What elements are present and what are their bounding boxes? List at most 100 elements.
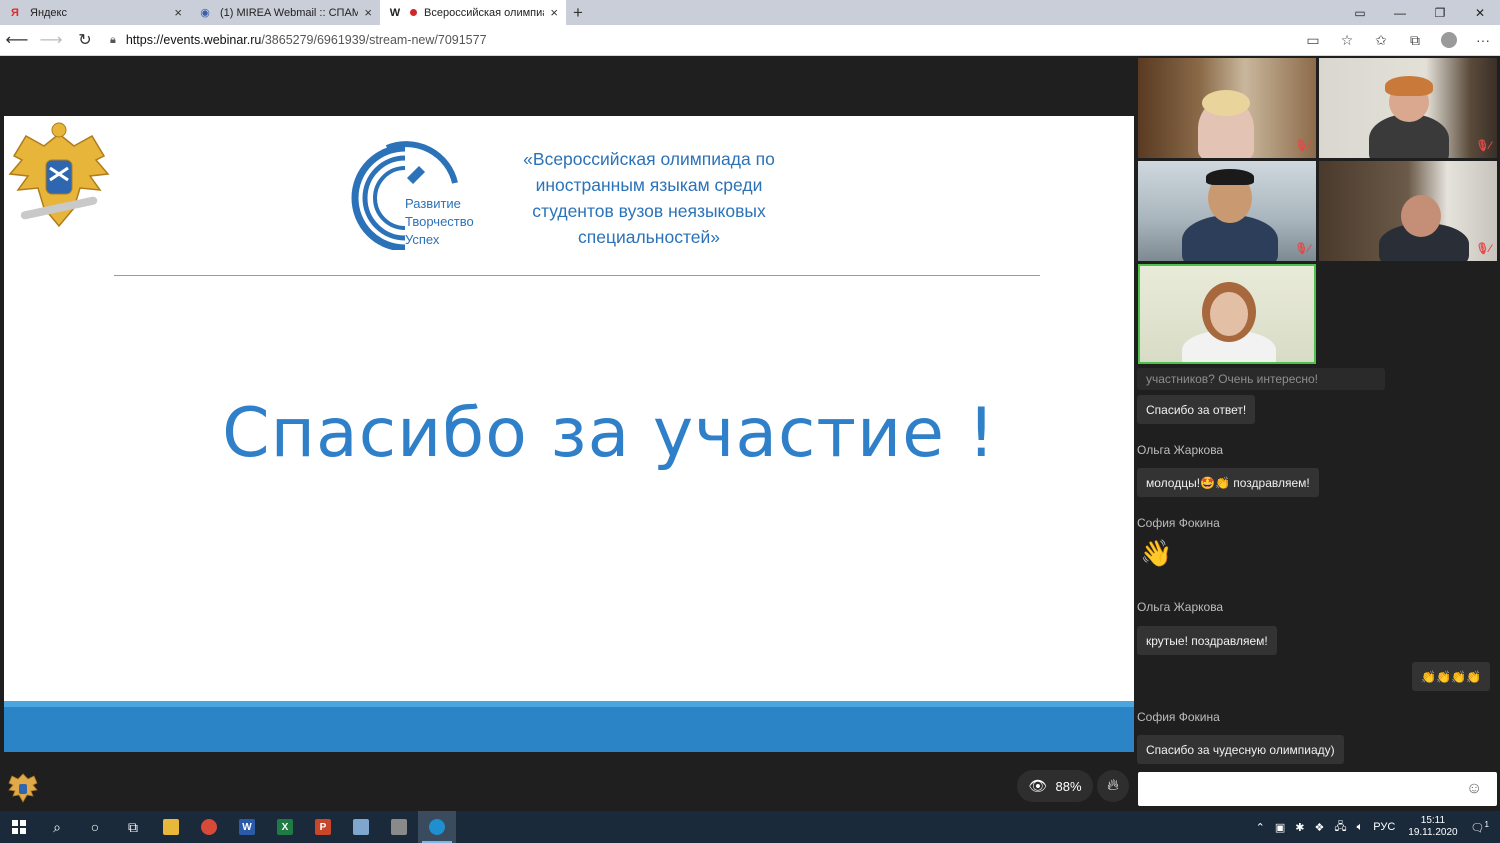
participant-video-1[interactable]: 🎙︎⁄ [1138, 58, 1316, 158]
clock-time: 15:11 [1420, 815, 1446, 826]
logo-word-1: Развитие [405, 196, 461, 211]
windows-taskbar: ⌕ ○ ⧉ W X P ⌃ ▣ ✱ ❖ 🖧︎ 🔈︎ РУС 15:11 19.1… [0, 811, 1500, 843]
reader-mode-icon[interactable]: ▭ [1296, 32, 1330, 49]
reload-button[interactable]: ↻ [68, 25, 102, 56]
chat-message: Спасибо за чудесную олимпиаду) [1137, 735, 1344, 764]
tray-app-icon[interactable]: ▣ [1270, 821, 1290, 834]
tray-dropbox-icon[interactable]: ❖ [1309, 821, 1329, 834]
tray-network-icon[interactable]: 🖧︎ [1329, 818, 1351, 837]
notification-center-icon[interactable]: 🗨︎1 [1466, 820, 1494, 835]
muted-mic-icon: 🎙︎⁄ [1475, 140, 1491, 152]
tab-mirea-webmail[interactable]: ◉ (1) MIREA Webmail :: СПАМ × [190, 0, 380, 25]
muted-mic-icon: 🎙︎⁄ [1294, 243, 1310, 255]
slide-divider [114, 275, 1040, 276]
participant-video-speaking[interactable] [1138, 264, 1316, 364]
favorites-collection-icon[interactable]: ✩ [1364, 32, 1398, 49]
reaction-flame-button[interactable]: 🔥︎ [1097, 770, 1129, 802]
window-controls: ▭ — ❐ ✕ [1340, 0, 1500, 25]
chat-author: София Фокина [1137, 516, 1220, 530]
windows-logo-icon [12, 820, 26, 834]
chat-author: Ольга Жаркова [1137, 443, 1224, 457]
minimize-button[interactable]: — [1380, 0, 1420, 25]
viewer-stats-badge[interactable]: 👁︎ 88% [1017, 770, 1093, 802]
cortana-icon[interactable]: ○ [76, 811, 114, 843]
tab-close-icon[interactable]: × [174, 5, 182, 20]
chat-message-text: участников? Очень интересно! [1146, 372, 1319, 386]
viewer-percent: 88% [1055, 778, 1082, 794]
powerpoint-icon[interactable]: P [304, 811, 342, 843]
chrome-icon[interactable] [190, 811, 228, 843]
browser-tab-bar: Я Яндекс × ◉ (1) MIREA Webmail :: СПАМ ×… [0, 0, 1500, 25]
logo-word-3: Успех [405, 232, 440, 247]
close-button[interactable]: ✕ [1460, 0, 1500, 25]
tab-close-icon[interactable]: × [364, 5, 372, 20]
chat-message-text: Спасибо за чудесную олимпиаду) [1146, 742, 1335, 757]
tab-yandex[interactable]: Я Яндекс × [0, 0, 190, 25]
eye-icon: 👁︎ [1028, 778, 1048, 795]
collections-icon[interactable]: ⧉ [1398, 32, 1432, 49]
chat-message-text: крутые! поздравляем! [1146, 633, 1268, 648]
mail-favicon-icon: ◉ [200, 7, 210, 19]
taskbar-clock[interactable]: 15:11 19.11.2020 [1400, 815, 1465, 839]
muted-mic-icon: 🎙︎⁄ [1294, 140, 1310, 152]
forward-button[interactable]: ⟶ [34, 25, 68, 56]
olympiad-logo-icon: Развитие Творчество Успех [351, 141, 474, 250]
yandex-favicon-icon: Я [11, 6, 19, 19]
chat-message-text: 👏👏👏👏 [1421, 669, 1481, 684]
webinar-favicon-icon: W [389, 6, 401, 19]
lock-icon: 🔒︎ [110, 33, 116, 46]
muted-mic-icon: 🎙︎⁄ [1475, 243, 1491, 255]
ministry-emblem-icon [8, 122, 110, 228]
profile-avatar[interactable] [1441, 32, 1457, 48]
maximize-button[interactable]: ❐ [1420, 0, 1460, 25]
favorite-star-icon[interactable]: ☆ [1330, 32, 1364, 49]
participant-video-2[interactable]: 🎙︎⁄ [1319, 58, 1497, 158]
search-icon[interactable]: ⌕ [38, 811, 76, 843]
chat-message-text: молодцы!🤩👏 поздравляем! [1146, 475, 1310, 490]
tab-title: Яндекс [30, 6, 67, 19]
notepad-icon[interactable] [342, 811, 380, 843]
edge-icon[interactable] [418, 811, 456, 843]
back-button[interactable]: ⟵ [0, 25, 34, 56]
word-icon[interactable]: W [228, 811, 266, 843]
tab-olympiad[interactable]: W Всероссийская олимпиада × [380, 0, 566, 25]
tab-title: Всероссийская олимпиада [424, 6, 544, 19]
tray-volume-icon[interactable]: 🔈︎ [1352, 821, 1369, 834]
emoji-picker-icon[interactable]: ☺ [1466, 780, 1482, 798]
recording-dot-icon [410, 9, 417, 16]
chat-message-text: Спасибо за ответ! [1146, 402, 1247, 417]
address-bar: ⟵ ⟶ ↻ 🔒︎ https://events.webinar.ru /3865… [0, 25, 1500, 56]
logo-word-2: Творчество [405, 214, 474, 229]
slide-footer-band [4, 707, 1134, 752]
window-overlay-icon[interactable]: ▭ [1340, 0, 1380, 25]
participant-video-4[interactable]: 🎙︎⁄ [1319, 161, 1497, 261]
chat-panel: участников? Очень интересно! Спасибо за … [1137, 368, 1500, 768]
language-indicator[interactable]: РУС [1368, 821, 1400, 833]
url-path: /3865279/6961939/stream-new/7091577 [261, 33, 487, 47]
chat-author: Ольга Жаркова [1137, 600, 1224, 614]
thanks-heading: Спасибо за участие ! [222, 394, 996, 473]
system-tray: ⌃ ▣ ✱ ❖ 🖧︎ 🔈︎ РУС 15:11 19.11.2020 🗨︎1 [1251, 811, 1500, 843]
more-menu-icon[interactable]: ··· [1466, 32, 1500, 48]
participant-video-3[interactable]: 🎙︎⁄ [1138, 161, 1316, 261]
notification-count: 1 [1484, 819, 1489, 829]
file-explorer-icon[interactable] [152, 811, 190, 843]
excel-icon[interactable]: X [266, 811, 304, 843]
flame-icon: 🔥︎ [1107, 777, 1119, 794]
tray-bluetooth-icon[interactable]: ✱ [1290, 821, 1309, 834]
chat-message: участников? Очень интересно! [1137, 368, 1385, 390]
presentation-slide: Развитие Творчество Успех «Всероссийская… [4, 116, 1134, 752]
url-field[interactable]: 🔒︎ https://events.webinar.ru /3865279/69… [102, 25, 1296, 56]
printer-icon[interactable] [380, 811, 418, 843]
start-button[interactable] [0, 811, 38, 843]
task-view-icon[interactable]: ⧉ [114, 811, 152, 843]
chat-message: молодцы!🤩👏 поздравляем! [1137, 468, 1319, 497]
olympiad-title: «Всероссийская олимпиада по иностранным … [523, 149, 775, 247]
tab-close-icon[interactable]: × [550, 5, 558, 20]
chat-message: Спасибо за ответ! [1137, 395, 1256, 424]
chat-input[interactable] [1138, 772, 1497, 806]
tray-chevron-icon[interactable]: ⌃ [1251, 821, 1270, 834]
new-tab-button[interactable]: + [566, 0, 590, 25]
clock-date: 19.11.2020 [1408, 827, 1458, 838]
chat-message: крутые! поздравляем! [1137, 626, 1277, 655]
